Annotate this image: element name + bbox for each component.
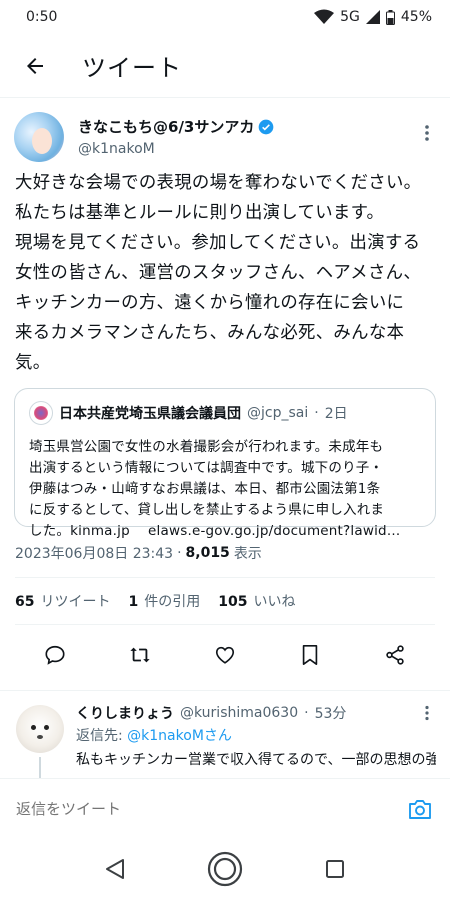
wifi-icon	[314, 9, 335, 24]
tweet-stats: 65 リツイート 1 件の引用 105 いいね	[0, 578, 450, 624]
tweet-text: 大好きな会場での表現の場を奪わないでください。 私たちは基準とルールに則り出演し…	[15, 173, 422, 373]
heart-icon	[215, 646, 235, 664]
reply-compose-bar	[0, 778, 450, 838]
reply-to-label: 返信先:	[76, 728, 123, 744]
quotes-label: 件の引用	[144, 594, 201, 610]
more-vertical-icon	[425, 125, 429, 141]
share-button[interactable]	[375, 635, 415, 675]
more-vertical-icon	[425, 705, 429, 721]
main-tweet: きなこもち@6/3サンアカ @k1nakoM 大好きな会場での表現の場を奪わない…	[0, 98, 450, 685]
reply-to-line: 返信先: @k1nakoMさん	[76, 725, 232, 745]
nav-back-button[interactable]	[95, 849, 135, 889]
status-bar: 0:50 5G 45%	[0, 0, 450, 34]
home-circle-icon	[207, 851, 243, 887]
author-row: きなこもち@6/3サンアカ @k1nakoM	[0, 98, 450, 168]
back-button[interactable]	[18, 49, 52, 83]
retweet-button[interactable]	[120, 635, 160, 675]
more-options-button[interactable]	[424, 124, 430, 146]
quoted-tweet[interactable]: 日本共産党埼玉県議会議員団 @jcp_sai · 2日 埼玉県営公園で女性の水着…	[14, 388, 436, 539]
quote-header: 日本共産党埼玉県議会議員団 @jcp_sai · 2日	[29, 401, 421, 425]
likes-label: いいね	[253, 594, 296, 610]
quote-separator: ·	[314, 405, 319, 421]
camera-icon	[409, 799, 431, 819]
author-avatar[interactable]	[14, 112, 64, 162]
retweets-count: 65	[15, 594, 35, 610]
verified-badge-icon	[259, 119, 274, 134]
reply-text: 私もキッチンカー営業で収入得てるので、一部の思想の強い人間のせいでイベントが潰さ…	[76, 752, 436, 768]
reply-button[interactable]	[35, 635, 75, 675]
reply-separator: ·	[304, 705, 309, 721]
top-bar: ツイート	[0, 34, 450, 98]
bookmark-icon	[302, 645, 318, 665]
reply-more-button[interactable]	[424, 705, 430, 725]
reply-time: 53分	[314, 706, 347, 722]
action-bar	[0, 625, 450, 685]
retweets-label: リツイート	[40, 594, 111, 610]
likes-count: 105	[218, 594, 248, 610]
reply-tweet[interactable]: くりしまりょう @kurishima0630 · 53分 返信先: @k1nak…	[0, 690, 450, 781]
reply-author-handle: @kurishima0630	[180, 705, 299, 721]
status-time: 0:50	[26, 9, 58, 25]
battery-icon	[385, 9, 395, 25]
reply-avatar[interactable]	[16, 705, 64, 753]
quote-text: 埼玉県営公園で女性の水着撮影会が行われます。未成年も 出演するという情報について…	[29, 439, 401, 539]
arrow-left-icon	[27, 57, 43, 74]
retweet-icon	[130, 647, 150, 663]
quote-author-name: 日本共産党埼玉県議会議員団	[59, 406, 241, 422]
tweet-timestamp[interactable]: 2023年06月08日 23:43	[15, 543, 173, 563]
square-recents-icon	[326, 860, 344, 878]
tweet-meta: 2023年06月08日 23:43 · 8,015 表示	[0, 541, 450, 565]
quote-time: 2日	[324, 406, 348, 422]
reply-author-name: くりしまりょう	[76, 706, 174, 722]
quotes-stat[interactable]: 1 件の引用	[128, 591, 200, 611]
page-title: ツイート	[82, 54, 182, 82]
camera-button[interactable]	[404, 793, 436, 825]
reply-to-link[interactable]: @k1nakoMさん	[127, 728, 232, 744]
views-label: 表示	[233, 546, 262, 562]
nav-home-button[interactable]	[205, 849, 245, 889]
like-button[interactable]	[205, 635, 245, 675]
author-name-text: きなこもち@6/3サンアカ	[78, 118, 255, 136]
author-info[interactable]: きなこもち@6/3サンアカ @k1nakoM	[78, 116, 274, 157]
network-label: 5G	[340, 9, 360, 25]
status-icons: 5G 45%	[314, 9, 432, 25]
retweets-stat[interactable]: 65 リツイート	[15, 591, 110, 611]
author-name: きなこもち@6/3サンアカ	[78, 116, 274, 137]
signal-icon	[365, 10, 380, 24]
bookmark-button[interactable]	[290, 635, 330, 675]
quote-logo-icon	[34, 406, 48, 420]
system-nav-bar	[0, 838, 450, 900]
quote-avatar	[29, 401, 53, 425]
reply-input[interactable]	[14, 798, 358, 819]
meta-separator: ·	[177, 545, 182, 561]
quotes-count: 1	[128, 594, 139, 610]
likes-stat[interactable]: 105 いいね	[218, 591, 295, 611]
views-count: 8,015	[185, 545, 230, 561]
nav-recents-button[interactable]	[315, 849, 355, 889]
author-handle: @k1nakoM	[78, 141, 155, 157]
battery-level: 45%	[400, 9, 432, 25]
share-icon	[386, 645, 405, 665]
reply-icon	[45, 645, 65, 665]
quote-author-handle: @jcp_sai	[247, 405, 309, 421]
reply-header: くりしまりょう @kurishima0630 · 53分	[76, 703, 346, 723]
triangle-back-icon	[106, 859, 124, 879]
